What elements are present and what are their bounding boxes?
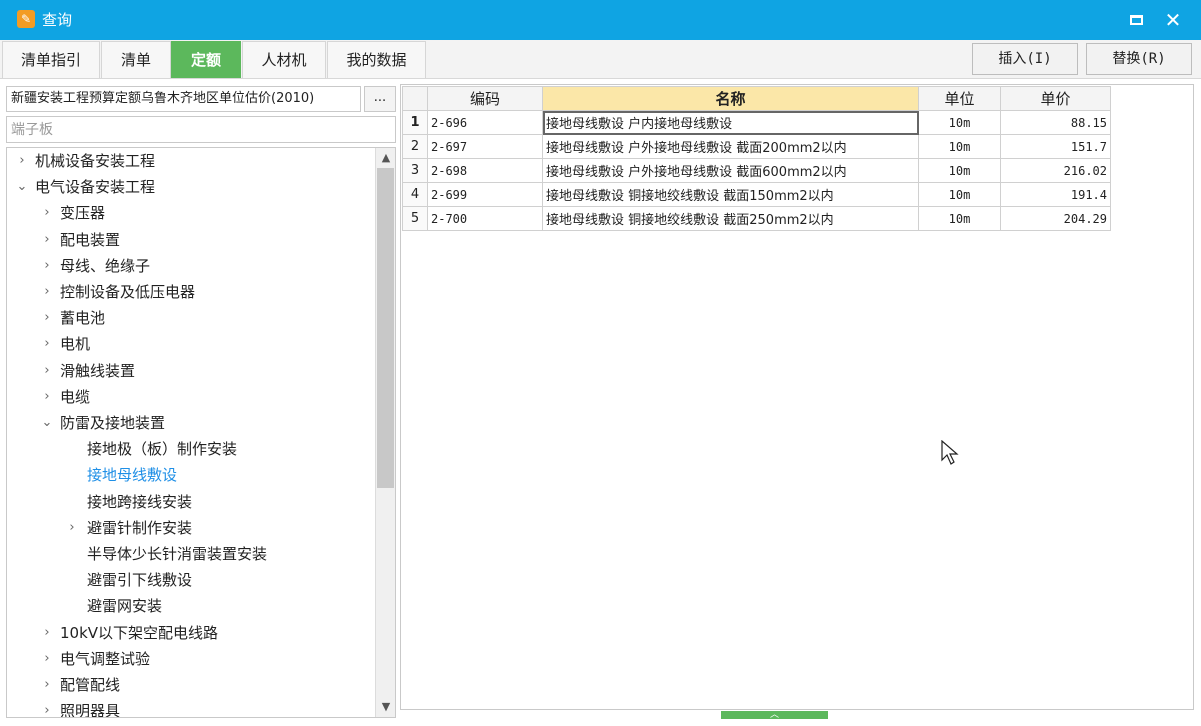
code-cell[interactable]: 2-696 — [427, 110, 543, 135]
insert-button[interactable]: 插入(I) — [972, 43, 1078, 75]
code-cell[interactable]: 2-699 — [427, 182, 543, 207]
row-number[interactable]: 1 — [402, 110, 428, 135]
price-cell[interactable]: 151.7 — [1000, 134, 1111, 159]
search-input[interactable] — [6, 116, 396, 143]
code-cell[interactable]: 2-698 — [427, 158, 543, 183]
column-header-unit[interactable]: 单位 — [918, 86, 1001, 111]
chevron-right-icon[interactable]: › — [15, 149, 29, 173]
scroll-down-icon[interactable]: ▼ — [376, 697, 396, 717]
mouse-cursor-icon — [941, 440, 959, 465]
quota-table: 编码 名称 单位 单价 1 2-696 接地母线敷设 户内接地母线敷设 10m 88.1… — [402, 86, 1111, 231]
code-cell[interactable]: 2-700 — [427, 206, 543, 231]
tree-item-label: 滑触线装置 — [60, 361, 136, 380]
row-number-header — [402, 86, 428, 111]
table-row[interactable]: 1 2-696 接地母线敷设 户内接地母线敷设 10m 88.15 — [402, 110, 1111, 135]
tree-item-label: 防雷及接地装置 — [60, 414, 166, 432]
chevron-right-icon[interactable]: › — [40, 332, 54, 356]
column-header-price[interactable]: 单价 — [1000, 86, 1111, 111]
panel-collapse-handle[interactable]: ︿ — [721, 711, 828, 720]
tree-item-label: 电机 — [60, 335, 91, 354]
chapter-tree: › 机械设备安装工程 ⌄ 电气设备安装工程 › 变压器 › 配电装置 › 母线、绝缘子 › 控制设备及… — [6, 147, 396, 718]
chevron-right-icon[interactable]: › — [65, 516, 79, 540]
chevron-right-icon[interactable]: › — [40, 647, 54, 671]
unit-cell[interactable]: 10m — [918, 134, 1001, 159]
unit-cell[interactable]: 10m — [918, 206, 1001, 231]
tree-scrollbar[interactable]: ▲ ▼ — [375, 148, 395, 717]
tree-item-label: 变压器 — [60, 204, 106, 223]
chevron-right-icon[interactable]: › — [40, 359, 54, 383]
price-cell[interactable]: 216.02 — [1000, 158, 1111, 183]
tree-item-label: 照明器具 — [60, 702, 121, 718]
tree-item-label: 避雷针制作安装 — [87, 518, 193, 537]
tree-item-label: 机械设备安装工程 — [35, 152, 156, 170]
column-header-name[interactable]: 名称 — [542, 86, 919, 111]
chevron-down-icon[interactable]: ⌄ — [40, 411, 54, 435]
name-cell[interactable]: 接地母线敷设 户外接地母线敷设 截面200mm2以内 — [542, 134, 919, 159]
tree-item-label: 接地跨接线安装 — [87, 492, 193, 511]
tree-item-label: 电气设备安装工程 — [35, 178, 156, 197]
tab-bill-guide[interactable]: 清单指引 — [2, 41, 100, 78]
window-title: 查询 — [42, 11, 73, 29]
tab-materials[interactable]: 人材机 — [242, 41, 326, 78]
maximize-icon[interactable] — [1130, 15, 1143, 25]
quota-library-select[interactable]: 新疆安装工程预算定额乌鲁木齐地区单位估价(2010) — [6, 86, 361, 112]
price-cell[interactable]: 88.15 — [1000, 110, 1111, 135]
price-cell[interactable]: 191.4 — [1000, 182, 1111, 207]
row-number[interactable]: 3 — [402, 158, 428, 183]
name-cell[interactable]: 接地母线敷设 铜接地绞线敷设 截面150mm2以内 — [542, 182, 919, 207]
title-bar: ✎ 查询 ✕ — [0, 0, 1201, 40]
tab-my-data[interactable]: 我的数据 — [327, 41, 426, 78]
chevron-right-icon[interactable]: › — [40, 385, 54, 409]
table-row[interactable]: 4 2-699 接地母线敷设 铜接地绞线敷设 截面150mm2以内 10m 191.4 — [402, 182, 1111, 207]
scroll-thumb[interactable] — [377, 168, 394, 488]
tree-item-label: 电缆 — [60, 387, 91, 406]
tree-item-label: 10kV以下架空配电线路 — [60, 623, 219, 642]
row-number[interactable]: 2 — [402, 134, 428, 159]
unit-cell[interactable]: 10m — [918, 182, 1001, 207]
price-cell[interactable]: 204.29 — [1000, 206, 1111, 231]
chevron-right-icon[interactable]: › — [40, 621, 54, 645]
table-row[interactable]: 5 2-700 接地母线敷设 铜接地绞线敷设 截面250mm2以内 10m 204.29 — [402, 206, 1111, 231]
tree-item-label: 蓄电池 — [60, 309, 106, 328]
tree-item-label: 接地极（板）制作安装 — [87, 440, 238, 459]
tree-item-label: 避雷引下线敷设 — [87, 571, 193, 590]
tree-item-label: 控制设备及低压电器 — [60, 283, 196, 301]
table-row[interactable]: 3 2-698 接地母线敷设 户外接地母线敷设 截面600mm2以内 10m 216.0… — [402, 158, 1111, 183]
tree-item-label: 配电装置 — [60, 230, 121, 249]
chevron-right-icon[interactable]: › — [40, 254, 54, 278]
chevron-right-icon[interactable]: › — [40, 280, 54, 304]
name-cell[interactable]: 接地母线敷设 户内接地母线敷设 — [542, 110, 919, 135]
tab-bar: 清单指引 清单 定额 人材机 我的数据 插入(I) 替换(R) — [0, 40, 1201, 79]
chevron-right-icon[interactable]: › — [40, 306, 54, 330]
code-cell[interactable]: 2-697 — [427, 134, 543, 159]
chevron-right-icon[interactable]: › — [40, 699, 54, 717]
unit-cell[interactable]: 10m — [918, 158, 1001, 183]
app-icon: ✎ — [17, 10, 35, 28]
name-cell[interactable]: 接地母线敷设 户外接地母线敷设 截面600mm2以内 — [542, 158, 919, 183]
chevron-right-icon[interactable]: › — [40, 228, 54, 252]
unit-cell[interactable]: 10m — [918, 110, 1001, 135]
close-icon[interactable]: ✕ — [1163, 8, 1183, 32]
chevron-down-icon[interactable]: ⌄ — [15, 175, 29, 199]
name-cell[interactable]: 接地母线敷设 铜接地绞线敷设 截面250mm2以内 — [542, 206, 919, 231]
chevron-right-icon[interactable]: › — [40, 201, 54, 225]
tree-item-label: 半导体少长针消雷装置安装 — [87, 545, 268, 563]
row-number[interactable]: 5 — [402, 206, 428, 231]
row-number[interactable]: 4 — [402, 182, 428, 207]
scroll-up-icon[interactable]: ▲ — [376, 148, 396, 168]
chevron-right-icon[interactable]: › — [40, 673, 54, 697]
library-browse-button[interactable]: ... — [364, 86, 396, 112]
column-header-code[interactable]: 编码 — [427, 86, 543, 111]
tree-item-label: 避雷网安装 — [87, 597, 163, 616]
tree-item-label: 接地母线敷设 — [87, 466, 178, 485]
tree-item-label: 电气调整试验 — [60, 649, 151, 668]
replace-button[interactable]: 替换(R) — [1086, 43, 1192, 75]
tree-item-label: 母线、绝缘子 — [60, 256, 151, 275]
tree-item-label: 配管配线 — [60, 676, 121, 694]
table-row[interactable]: 2 2-697 接地母线敷设 户外接地母线敷设 截面200mm2以内 10m 151.7 — [402, 134, 1111, 159]
tab-quota[interactable]: 定额 — [171, 41, 241, 78]
tab-bill[interactable]: 清单 — [101, 41, 171, 78]
